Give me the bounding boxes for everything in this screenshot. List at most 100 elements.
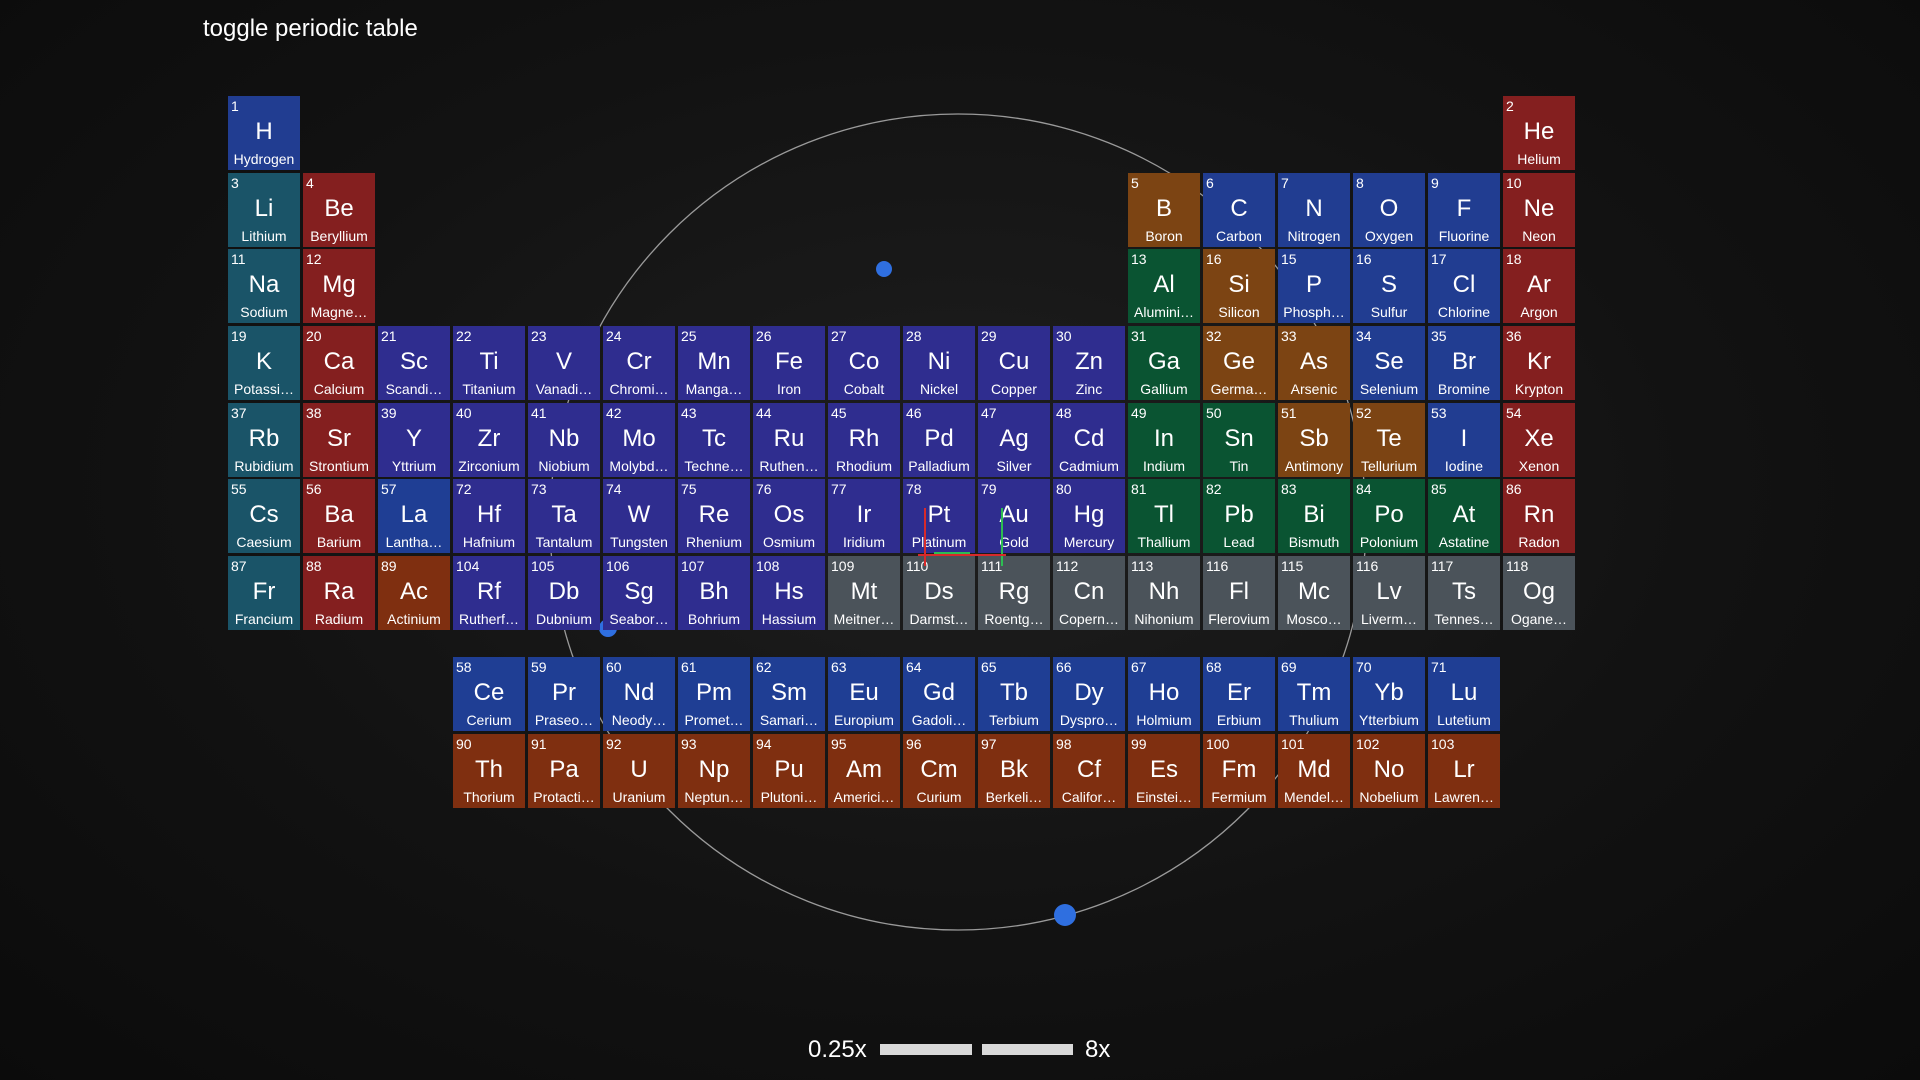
element-cell-te[interactable]: 52 Te Tellurium [1353,403,1425,477]
element-cell-zn[interactable]: 30 Zn Zinc [1053,326,1125,400]
element-cell-md[interactable]: 101 Md Mendel… [1278,734,1350,808]
element-cell-n[interactable]: 7 N Nitrogen [1278,173,1350,247]
element-cell-cl[interactable]: 17 Cl Chlorine [1428,249,1500,323]
element-cell-w[interactable]: 74 W Tungsten [603,479,675,553]
element-cell-fm[interactable]: 100 Fm Fermium [1203,734,1275,808]
element-cell-he[interactable]: 2 He Helium [1503,96,1575,170]
element-cell-am[interactable]: 95 Am Americi… [828,734,900,808]
element-cell-ds[interactable]: 110 Ds Darmst… [903,556,975,630]
element-cell-ce[interactable]: 58 Ce Cerium [453,657,525,731]
element-cell-eu[interactable]: 63 Eu Europium [828,657,900,731]
element-cell-hf[interactable]: 72 Hf Hafnium [453,479,525,553]
element-cell-gd[interactable]: 64 Gd Gadoli… [903,657,975,731]
element-cell-co[interactable]: 27 Co Cobalt [828,326,900,400]
element-cell-fe[interactable]: 26 Fe Iron [753,326,825,400]
element-cell-c[interactable]: 6 C Carbon [1203,173,1275,247]
element-cell-i[interactable]: 53 I Iodine [1428,403,1500,477]
element-cell-fl[interactable]: 116 Fl Flerovium [1203,556,1275,630]
element-cell-sb[interactable]: 51 Sb Antimony [1278,403,1350,477]
element-cell-rg[interactable]: 111 Rg Roentg… [978,556,1050,630]
element-cell-sn[interactable]: 50 Sn Tin [1203,403,1275,477]
element-cell-nh[interactable]: 113 Nh Nihonium [1128,556,1200,630]
element-cell-ts[interactable]: 117 Ts Tennes… [1428,556,1500,630]
element-cell-mg[interactable]: 12 Mg Magne… [303,249,375,323]
element-cell-og[interactable]: 118 Og Ogane… [1503,556,1575,630]
element-cell-po[interactable]: 84 Po Polonium [1353,479,1425,553]
element-cell-pr[interactable]: 59 Pr Praseo… [528,657,600,731]
element-cell-u[interactable]: 92 U Uranium [603,734,675,808]
element-cell-s[interactable]: 16 S Sulfur [1353,249,1425,323]
element-cell-ir[interactable]: 77 Ir Iridium [828,479,900,553]
element-cell-la[interactable]: 57 La Lantha… [378,479,450,553]
element-cell-sr[interactable]: 38 Sr Strontium [303,403,375,477]
element-cell-pd[interactable]: 46 Pd Palladium [903,403,975,477]
element-cell-ni[interactable]: 28 Ni Nickel [903,326,975,400]
element-cell-pb[interactable]: 82 Pb Lead [1203,479,1275,553]
element-cell-ta[interactable]: 73 Ta Tantalum [528,479,600,553]
element-cell-y[interactable]: 39 Y Yttrium [378,403,450,477]
element-cell-sm[interactable]: 62 Sm Samari… [753,657,825,731]
element-cell-cr[interactable]: 24 Cr Chromi… [603,326,675,400]
element-cell-sc[interactable]: 21 Sc Scandi… [378,326,450,400]
element-cell-se[interactable]: 34 Se Selenium [1353,326,1425,400]
element-cell-tm[interactable]: 69 Tm Thulium [1278,657,1350,731]
element-cell-tc[interactable]: 43 Tc Techne… [678,403,750,477]
element-cell-yb[interactable]: 70 Yb Ytterbium [1353,657,1425,731]
element-cell-h[interactable]: 1 H Hydrogen [228,96,300,170]
element-cell-au[interactable]: 79 Au Gold [978,479,1050,553]
element-cell-lv[interactable]: 116 Lv Liverm… [1353,556,1425,630]
element-cell-k[interactable]: 19 K Potassi… [228,326,300,400]
element-cell-pu[interactable]: 94 Pu Plutoni… [753,734,825,808]
element-cell-np[interactable]: 93 Np Neptun… [678,734,750,808]
element-cell-mt[interactable]: 109 Mt Meitner… [828,556,900,630]
element-cell-mo[interactable]: 42 Mo Molybd… [603,403,675,477]
element-cell-lu[interactable]: 71 Lu Lutetium [1428,657,1500,731]
element-cell-ra[interactable]: 88 Ra Radium [303,556,375,630]
element-cell-cu[interactable]: 29 Cu Copper [978,326,1050,400]
element-cell-ag[interactable]: 47 Ag Silver [978,403,1050,477]
element-cell-rf[interactable]: 104 Rf Rutherf… [453,556,525,630]
element-cell-tl[interactable]: 81 Tl Thallium [1128,479,1200,553]
element-cell-ba[interactable]: 56 Ba Barium [303,479,375,553]
element-cell-es[interactable]: 99 Es Einstei… [1128,734,1200,808]
element-cell-pa[interactable]: 91 Pa Protacti… [528,734,600,808]
element-cell-cm[interactable]: 96 Cm Curium [903,734,975,808]
element-cell-f[interactable]: 9 F Fluorine [1428,173,1500,247]
element-cell-ru[interactable]: 44 Ru Ruthen… [753,403,825,477]
element-cell-nd[interactable]: 60 Nd Neody… [603,657,675,731]
element-cell-v[interactable]: 23 V Vanadi… [528,326,600,400]
element-cell-mc[interactable]: 115 Mc Mosco… [1278,556,1350,630]
element-cell-hg[interactable]: 80 Hg Mercury [1053,479,1125,553]
zoom-in-track[interactable] [982,1044,1073,1055]
element-cell-ne[interactable]: 10 Ne Neon [1503,173,1575,247]
element-cell-ge[interactable]: 32 Ge Germa… [1203,326,1275,400]
element-cell-lr[interactable]: 103 Lr Lawren… [1428,734,1500,808]
element-cell-nb[interactable]: 41 Nb Niobium [528,403,600,477]
element-cell-bh[interactable]: 107 Bh Bohrium [678,556,750,630]
element-cell-cf[interactable]: 98 Cf Califor… [1053,734,1125,808]
element-cell-cn[interactable]: 112 Cn Copern… [1053,556,1125,630]
element-cell-re[interactable]: 75 Re Rhenium [678,479,750,553]
element-cell-cd[interactable]: 48 Cd Cadmium [1053,403,1125,477]
element-cell-p[interactable]: 15 P Phosph… [1278,249,1350,323]
element-cell-na[interactable]: 11 Na Sodium [228,249,300,323]
element-cell-si[interactable]: 16 Si Silicon [1203,249,1275,323]
element-cell-dy[interactable]: 66 Dy Dyspro… [1053,657,1125,731]
element-cell-tb[interactable]: 65 Tb Terbium [978,657,1050,731]
element-cell-sg[interactable]: 106 Sg Seabor… [603,556,675,630]
element-cell-xe[interactable]: 54 Xe Xenon [1503,403,1575,477]
element-cell-rn[interactable]: 86 Rn Radon [1503,479,1575,553]
element-cell-hs[interactable]: 108 Hs Hassium [753,556,825,630]
element-cell-ti[interactable]: 22 Ti Titanium [453,326,525,400]
element-cell-be[interactable]: 4 Be Beryllium [303,173,375,247]
element-cell-b[interactable]: 5 B Boron [1128,173,1200,247]
element-cell-os[interactable]: 76 Os Osmium [753,479,825,553]
element-cell-rb[interactable]: 37 Rb Rubidium [228,403,300,477]
element-cell-rh[interactable]: 45 Rh Rhodium [828,403,900,477]
element-cell-bk[interactable]: 97 Bk Berkeli… [978,734,1050,808]
element-cell-ac[interactable]: 89 Ac Actinium [378,556,450,630]
element-cell-bi[interactable]: 83 Bi Bismuth [1278,479,1350,553]
element-cell-al[interactable]: 13 Al Alumini… [1128,249,1200,323]
element-cell-fr[interactable]: 87 Fr Francium [228,556,300,630]
element-cell-li[interactable]: 3 Li Lithium [228,173,300,247]
